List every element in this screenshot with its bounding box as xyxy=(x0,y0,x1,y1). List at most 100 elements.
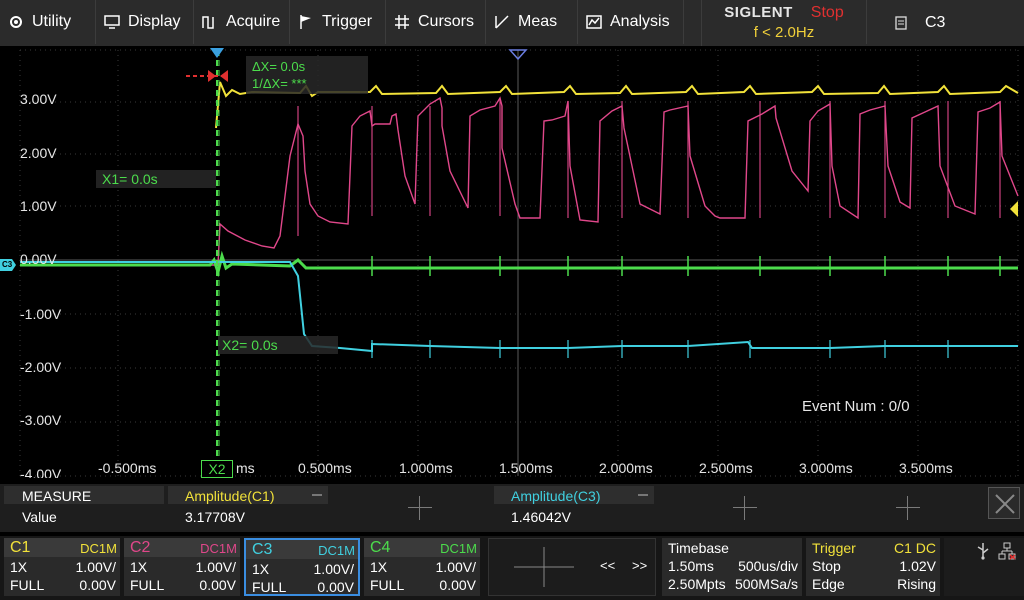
crosshair-icon xyxy=(395,15,409,29)
status-icons xyxy=(944,538,1024,596)
cursor-delta-readout: ΔX= 0.0s 1/ΔX= *** xyxy=(246,56,368,94)
c4-trace xyxy=(20,250,1018,278)
channel-c4-probe: 1X xyxy=(370,559,388,575)
active-channel-indicator[interactable]: C3 xyxy=(867,0,965,46)
channel-c3-name: C3 xyxy=(252,541,273,558)
menu-trigger[interactable]: Trigger xyxy=(290,0,386,44)
trigger-level: 1.02V xyxy=(899,558,936,574)
usb-icon xyxy=(977,543,989,560)
trigger-title: Trigger xyxy=(812,540,856,556)
channel-c2-coupling: DC1M xyxy=(200,541,237,556)
trigger-state: Stop xyxy=(812,558,841,574)
channel-c1-box[interactable]: C1 DC1M 1X 1.00V/ FULL 0.00V xyxy=(4,538,120,596)
channel-c2-name: C2 xyxy=(130,539,151,556)
channel-c4-box[interactable]: C4 DC1M 1X 1.00V/ FULL 0.00V xyxy=(364,538,480,596)
flag-icon xyxy=(300,15,311,29)
measure-3-value: 1.46042V xyxy=(511,509,571,525)
channel-c2-bandwidth: FULL xyxy=(130,577,165,593)
measure-1-minus-icon[interactable] xyxy=(312,494,322,496)
navigation-pad[interactable] xyxy=(488,538,656,596)
add-measure-slot-5[interactable] xyxy=(896,496,920,520)
gear-icon xyxy=(10,16,22,28)
timebase-delay: 1.50ms xyxy=(668,558,714,574)
waveform-display[interactable]: 3.00V 2.00V 1.00V 0.00V -1.00V -2.00V -3… xyxy=(0,46,1024,480)
y-label-neg3v: -3.00V xyxy=(20,412,62,428)
menu-cursors[interactable]: Cursors xyxy=(386,0,486,44)
trigger-box[interactable]: Trigger C1 DC Stop 1.02V Edge Rising xyxy=(806,538,940,596)
channel-c1-name: C1 xyxy=(10,539,31,556)
channel-c3-probe: 1X xyxy=(252,561,270,577)
scroll-left-button[interactable]: << xyxy=(600,558,615,573)
channel-c4-name: C4 xyxy=(370,539,391,556)
x-label-zero: ms xyxy=(236,460,255,476)
document-icon xyxy=(895,16,907,30)
menu-analysis-label: Analysis xyxy=(610,13,670,30)
channel-bar: C1 DC1M 1X 1.00V/ FULL 0.00V C2 DC1M 1X … xyxy=(0,536,1024,600)
timebase-box[interactable]: Timebase 1.50ms 500us/div 2.50Mpts 500MSa/… xyxy=(662,538,802,596)
channel-c4-coupling: DC1M xyxy=(440,541,477,556)
menu-utility[interactable]: Utility xyxy=(0,0,96,44)
timebase-title: Timebase xyxy=(668,540,729,556)
trigger-position-marker[interactable] xyxy=(210,48,224,58)
cursor-x2-readout: X2= 0.0s xyxy=(218,336,338,354)
acquire-icon xyxy=(202,16,214,29)
measure-1-name[interactable]: Amplitude(C1) xyxy=(185,488,274,504)
measure-1-value: 3.17708V xyxy=(185,509,245,525)
menu-spacer xyxy=(684,0,702,46)
channel-c4-scale: 1.00V/ xyxy=(435,559,476,575)
cursor-arrow-red-right xyxy=(220,70,228,82)
menu-meas[interactable]: Meas xyxy=(486,0,578,44)
status-panel[interactable]: SIGLENT Stop f < 2.0Hz xyxy=(702,0,867,44)
brand-logo: SIGLENT xyxy=(724,4,793,21)
trigger-source: C1 DC xyxy=(893,540,936,556)
x-label-0500: 0.500ms xyxy=(298,460,352,476)
channel-c1-offset: 0.00V xyxy=(79,577,116,593)
y-label-neg2v: -2.00V xyxy=(20,359,62,375)
channel-c1-bandwidth: FULL xyxy=(10,577,45,593)
trigger-frequency: f < 2.0Hz xyxy=(753,23,815,41)
cursor-arrow-red xyxy=(208,70,216,82)
trigger-slope: Rising xyxy=(897,576,936,592)
y-label-3v: 3.00V xyxy=(20,91,57,107)
channel-c3-scale: 1.00V/ xyxy=(313,561,354,577)
c3-trace xyxy=(20,261,1018,353)
inverse-delta-x-value: 1/ΔX= *** xyxy=(252,76,307,91)
menu-utility-label: Utility xyxy=(32,13,72,30)
measure-value-label: Value xyxy=(22,509,57,525)
timebase-memory: 2.50Mpts xyxy=(668,576,726,592)
measure-panel: MEASURE Value Amplitude(C1) 3.17708V Amp… xyxy=(0,484,1024,532)
menu-trigger-label: Trigger xyxy=(322,13,373,30)
cursor-x2-tag[interactable]: X2 xyxy=(201,460,233,478)
menu-analysis[interactable]: Analysis xyxy=(578,0,684,44)
close-icon xyxy=(995,494,1015,514)
channel-c1-coupling: DC1M xyxy=(80,541,117,556)
menu-cursors-label: Cursors xyxy=(418,13,475,30)
add-measure-slot-2[interactable] xyxy=(408,496,432,520)
scroll-right-button[interactable]: >> xyxy=(632,558,647,573)
measure-title: MEASURE xyxy=(22,488,92,504)
cursor-x1-readout: X1= 0.0s xyxy=(96,170,216,188)
timebase-scale: 500us/div xyxy=(738,558,798,574)
channel-c2-box[interactable]: C2 DC1M 1X 1.00V/ FULL 0.00V xyxy=(124,538,240,596)
add-measure-slot-4[interactable] xyxy=(733,496,757,520)
timebase-sample-rate: 500MSa/s xyxy=(734,576,798,592)
ruler-icon xyxy=(495,15,509,29)
menu-display[interactable]: Display xyxy=(96,0,194,44)
event-number: Event Num : 0/0 xyxy=(802,398,910,415)
trigger-level-marker[interactable] xyxy=(1010,201,1018,217)
menu-acquire[interactable]: Acquire xyxy=(194,0,290,44)
x-label-2500: 2.500ms xyxy=(699,460,753,476)
measure-3-minus-icon[interactable] xyxy=(638,494,648,496)
channel-c4-offset: 0.00V xyxy=(439,577,476,593)
measure-3-name[interactable]: Amplitude(C3) xyxy=(511,488,600,504)
channel-c3-box[interactable]: C3 DC1M 1X 1.00V/ FULL 0.00V xyxy=(244,538,360,596)
y-label-neg1v: -1.00V xyxy=(20,306,62,322)
x-label-2000: 2.000ms xyxy=(599,460,653,476)
x-label-1000: 1.000ms xyxy=(399,460,453,476)
measure-close-button[interactable] xyxy=(988,487,1020,519)
channel-c1-probe: 1X xyxy=(10,559,28,575)
menu-meas-label: Meas xyxy=(518,13,558,30)
menu-bar: Utility Display Acquire Trigger Cursors … xyxy=(0,0,1024,46)
x-label-3000: 3.000ms xyxy=(799,460,853,476)
active-channel-label: C3 xyxy=(925,14,946,31)
